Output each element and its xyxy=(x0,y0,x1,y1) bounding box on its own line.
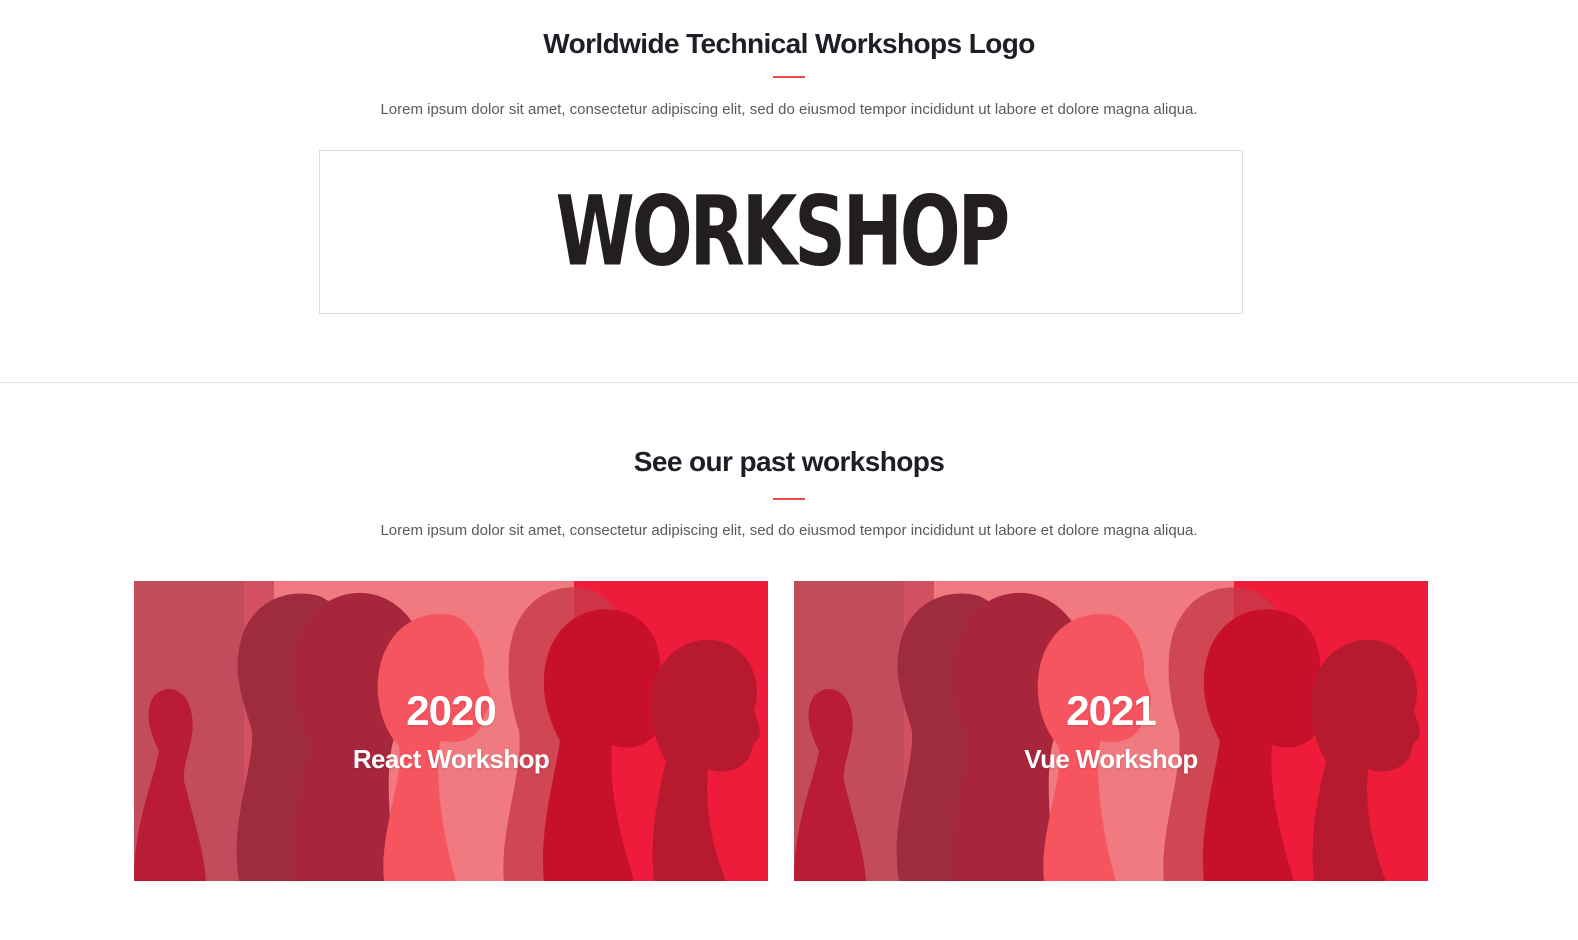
logo-box: WORKSHOP xyxy=(319,150,1243,314)
card-overlay: 2021 Vue Workshop xyxy=(794,581,1428,881)
card-title: React Workshop xyxy=(352,744,550,774)
workshop-logo: WORKSHOP xyxy=(555,175,1010,288)
past-workshops-title: See our past workshops xyxy=(633,446,945,477)
workshop-card-2021[interactable]: 2021 Vue Workshop xyxy=(794,581,1428,881)
title-underline xyxy=(773,498,805,500)
card-overlay: 2020 React Workshop xyxy=(134,581,768,881)
title-underline xyxy=(773,76,805,78)
card-title: Vue Workshop xyxy=(1024,744,1198,774)
past-workshops-description: Lorem ipsum dolor sit amet, consectetur … xyxy=(380,522,1198,539)
logo-section-title: Worldwide Technical Workshops Logo xyxy=(543,28,1035,59)
workshop-card-2020[interactable]: 2020 React Workshop xyxy=(134,581,768,881)
card-year: 2021 xyxy=(1066,687,1156,734)
card-year: 2020 xyxy=(406,687,496,734)
logo-section: Worldwide Technical Workshops Logo Lorem… xyxy=(0,0,1578,383)
logo-section-description: Lorem ipsum dolor sit amet, consectetur … xyxy=(380,101,1198,118)
